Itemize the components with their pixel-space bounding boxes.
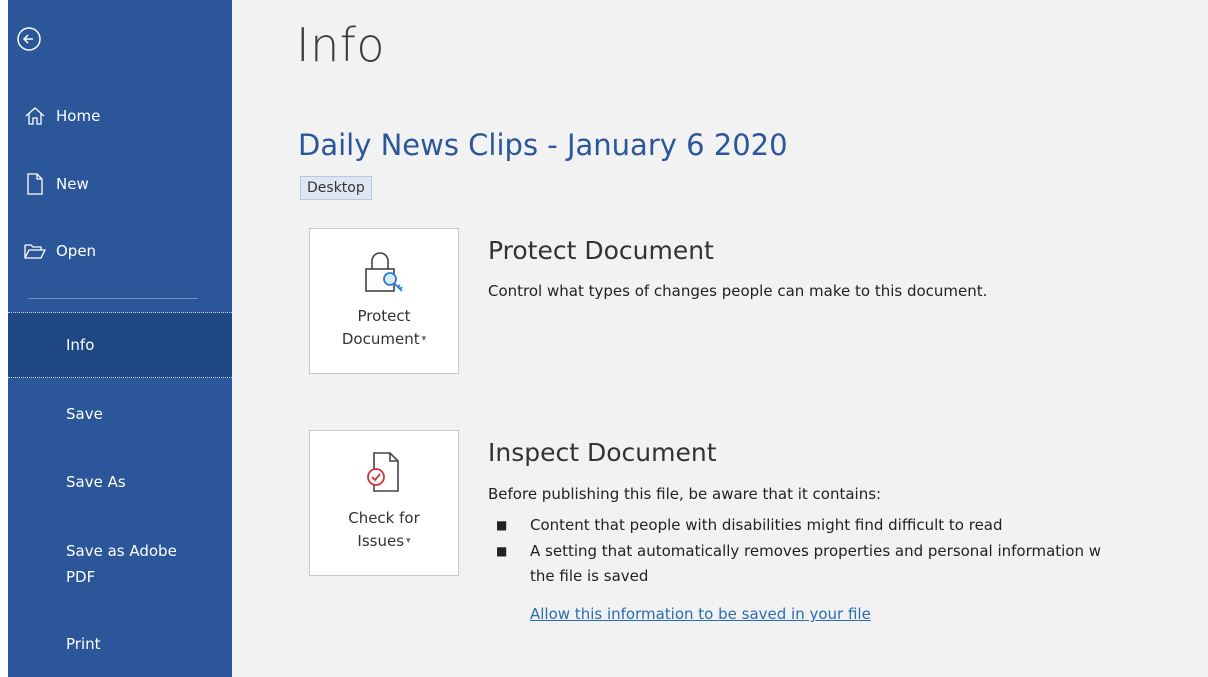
protect-document-button[interactable]: Protect Document ▾	[309, 228, 459, 374]
page-title: Info	[296, 18, 386, 72]
dropdown-caret-icon: ▾	[406, 536, 411, 546]
back-button[interactable]	[12, 22, 46, 56]
home-icon	[22, 105, 48, 127]
nav-separator	[28, 298, 198, 299]
inspect-document-icon	[367, 452, 399, 492]
window-edge	[0, 0, 8, 677]
bullet-icon: ■	[496, 518, 508, 532]
nav-label-print: Print	[66, 635, 101, 653]
lock-key-icon	[365, 252, 403, 292]
list-item: ■ A setting that automatically removes p…	[496, 538, 1101, 588]
nav-label-save-as-adobe-pdf: Save as Adobe PDF	[66, 542, 177, 586]
nav-label-home: Home	[56, 107, 101, 125]
nav-item-save[interactable]: Save	[8, 392, 232, 436]
protect-document-title: Protect Document	[488, 236, 714, 265]
nav-label-open: Open	[56, 242, 97, 260]
allow-information-saved-link[interactable]: Allow this information to be saved in yo…	[530, 605, 871, 623]
backstage-sidebar: Home New Open Info Save Save As Save as …	[8, 0, 232, 677]
document-location-badge[interactable]: Desktop	[300, 176, 372, 200]
protect-document-label: Protect Document ▾	[341, 307, 427, 348]
nav-label-save-as: Save As	[66, 473, 126, 491]
list-item: ■ Content that people with disabilities …	[496, 512, 1101, 538]
nav-item-new[interactable]: New	[8, 162, 232, 206]
inspect-issues-list: ■ Content that people with disabilities …	[496, 512, 1101, 588]
nav-item-info[interactable]: Info	[8, 312, 232, 378]
nav-label-new: New	[56, 175, 89, 193]
nav-item-open[interactable]: Open	[8, 229, 232, 273]
nav-label-save: Save	[66, 405, 103, 423]
protect-document-description: Control what types of changes people can…	[488, 282, 988, 300]
bullet-icon: ■	[496, 544, 508, 558]
new-document-icon	[22, 173, 48, 195]
back-arrow-icon	[17, 27, 41, 51]
check-for-issues-button[interactable]: Check for Issues ▾	[309, 430, 459, 576]
inspect-document-description: Before publishing this file, be aware th…	[488, 485, 882, 503]
nav-item-save-as-adobe-pdf[interactable]: Save as Adobe PDF	[8, 538, 232, 598]
nav-item-print[interactable]: Print	[8, 622, 232, 666]
nav-label-info: Info	[66, 336, 95, 354]
nav-item-home[interactable]: Home	[8, 94, 232, 138]
nav-item-save-as[interactable]: Save As	[8, 460, 232, 504]
folder-open-icon	[22, 240, 48, 262]
check-for-issues-label: Check for Issues ▾	[348, 509, 420, 550]
document-name: Daily News Clips - January 6 2020	[298, 128, 788, 162]
dropdown-caret-icon: ▾	[421, 334, 427, 344]
inspect-document-title: Inspect Document	[488, 438, 717, 467]
